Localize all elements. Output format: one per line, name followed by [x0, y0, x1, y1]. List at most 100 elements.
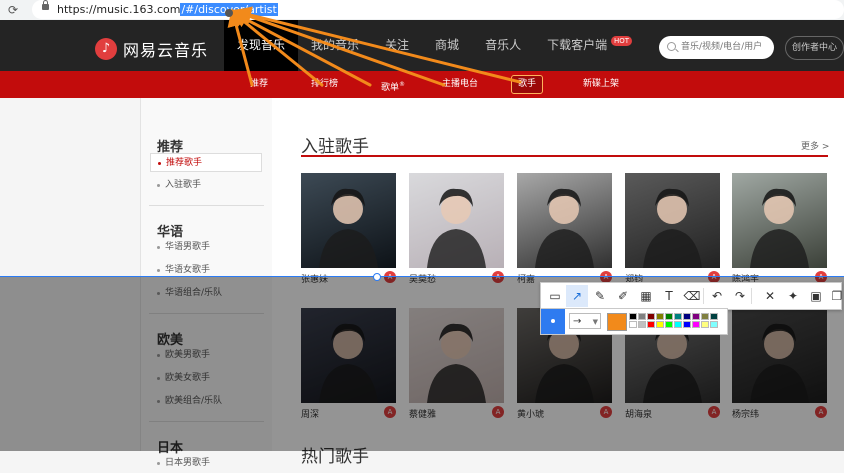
color-swatch[interactable]	[701, 313, 709, 320]
nav-item-label: 下载客户端	[547, 38, 608, 52]
sub-navigation-bar: 推荐 排行榜 歌单® 主播电台 歌手 新碟上架	[0, 71, 844, 98]
selection-handle[interactable]	[373, 273, 381, 281]
nav-item-0[interactable]: 发现音乐	[224, 20, 299, 71]
artist-card[interactable]: 郑钧 A	[625, 173, 720, 285]
artist-photo[interactable]	[517, 173, 612, 268]
subnav-item-label: 推荐	[250, 79, 269, 89]
color-swatch[interactable]	[692, 321, 700, 328]
artist-photo[interactable]	[301, 173, 396, 268]
color-swatch[interactable]	[656, 313, 664, 320]
more-link[interactable]: 更多 >	[801, 139, 829, 152]
nav-item-4[interactable]: 音乐人	[472, 20, 534, 71]
mosaic-icon[interactable]: ▦	[635, 285, 657, 307]
artist-photo[interactable]	[625, 173, 720, 268]
color-swatch[interactable]	[683, 321, 691, 328]
color-swatch[interactable]	[683, 313, 691, 320]
color-swatch[interactable]	[647, 313, 655, 320]
search-input[interactable]	[681, 40, 769, 54]
color-swatch[interactable]	[665, 313, 673, 320]
pen-size-button[interactable]	[541, 309, 565, 334]
pencil-icon[interactable]: ✎	[589, 285, 611, 307]
artist-silhouette	[427, 188, 486, 268]
color-swatch[interactable]	[629, 313, 637, 320]
subnav-item-label: 歌手	[518, 79, 537, 89]
color-swatch[interactable]	[647, 321, 655, 328]
color-swatch[interactable]	[638, 313, 646, 320]
nav-item-2[interactable]: 关注	[372, 20, 422, 71]
artist-photo[interactable]	[409, 173, 504, 268]
arrow-style-value: →	[573, 316, 582, 327]
main-nav: 发现音乐 我的音乐 关注 商城 音乐人 下载客户端 HOT	[224, 20, 633, 71]
color-swatch[interactable]	[674, 313, 682, 320]
line-tool-icon[interactable]: ↗	[566, 285, 588, 307]
undo-icon[interactable]: ↶	[706, 285, 728, 307]
artist-card[interactable]: 柯嘉 A	[517, 173, 612, 285]
close-icon[interactable]: ✕	[759, 285, 781, 307]
arrow-style-select[interactable]: → ▼	[569, 313, 601, 329]
subnav-item-3[interactable]: 主播电台	[436, 76, 484, 93]
search-icon	[667, 42, 676, 51]
text-tool-icon[interactable]: T	[658, 285, 680, 307]
nav-item-label: 发现音乐	[237, 38, 286, 52]
artist-photo[interactable]	[732, 173, 827, 268]
artist-silhouette	[319, 188, 378, 268]
creator-center-button[interactable]: 创作者中心	[785, 36, 844, 60]
color-swatch[interactable]	[665, 321, 673, 328]
color-swatch[interactable]	[710, 321, 718, 328]
search-box[interactable]	[659, 36, 774, 59]
color-swatch[interactable]	[674, 321, 682, 328]
artist-card[interactable]: 陈鸿宇 A	[732, 173, 827, 285]
section-title: 入驻歌手	[301, 137, 369, 157]
nav-item-3[interactable]: 商城	[422, 20, 472, 71]
eraser-icon[interactable]: ⌫	[681, 285, 703, 307]
color-swatch[interactable]	[710, 313, 718, 320]
color-swatch[interactable]	[638, 321, 646, 328]
subnav-item-5[interactable]: 新碟上架	[577, 76, 625, 93]
hot-badge: HOT	[611, 36, 633, 46]
sidebar-link[interactable]: 日本男歌手	[150, 454, 262, 473]
subnav-item-label: 主播电台	[442, 79, 479, 89]
subnav-item-4[interactable]: 歌手	[511, 75, 544, 94]
artist-card[interactable]: 张惠妹 A	[301, 173, 396, 285]
subnav-item-1[interactable]: 排行榜	[305, 76, 344, 93]
subnav-item-label: 新碟上架	[583, 79, 620, 89]
annotation-style-panel: → ▼	[540, 308, 728, 335]
subnav-item-0[interactable]: 推荐	[244, 76, 274, 93]
color-swatch[interactable]	[701, 321, 709, 328]
nav-item-label: 我的音乐	[311, 38, 360, 52]
color-swatch[interactable]	[629, 321, 637, 328]
subnav-item-label: 歌单	[381, 83, 400, 93]
color-swatch[interactable]	[656, 321, 664, 328]
artist-card[interactable]: 吴莫愁 A	[409, 173, 504, 285]
nav-item-label: 音乐人	[485, 38, 522, 52]
section-divider	[301, 155, 828, 157]
site-logo[interactable]: ♪ 网易云音乐	[95, 37, 208, 61]
reload-icon[interactable]: ⟳	[8, 3, 18, 17]
sidebar-link[interactable]: 华语男歌手	[150, 238, 262, 257]
url-text[interactable]: https://music.163.com/#/discover/artist	[57, 3, 278, 16]
nav-item-label: 关注	[385, 38, 410, 52]
nav-item-5[interactable]: 下载客户端 HOT	[534, 20, 633, 71]
subnav-item-2[interactable]: 歌单®	[375, 76, 411, 93]
subnav-item-label: 排行榜	[311, 79, 339, 89]
nav-item-1[interactable]: 我的音乐	[298, 20, 372, 71]
save-icon[interactable]: ▣	[805, 285, 827, 307]
url-host: https://music.163.com	[57, 3, 181, 16]
rect-select-icon[interactable]: ▭	[544, 285, 566, 307]
toolbar-separator	[751, 288, 752, 304]
lock-icon	[42, 0, 49, 10]
pin-icon[interactable]: ✦	[782, 285, 804, 307]
browser-address-bar: ⟳ https://music.163.com/#/discover/artis…	[0, 0, 844, 21]
sidebar-link[interactable]: 推荐歌手	[150, 153, 262, 172]
url-selected-path: /#/discover/artist	[180, 3, 278, 16]
color-swatch[interactable]	[692, 313, 700, 320]
toolbar-separator	[703, 288, 704, 304]
redo-icon[interactable]: ↷	[729, 285, 751, 307]
marker-icon[interactable]: ✐	[612, 285, 634, 307]
annotation-toolbar: ▭ ↗ ✎ ✐ ▦ T ⌫ ↶ ↷ ✕ ✦ ▣ ❐	[540, 282, 842, 310]
artist-silhouette	[535, 188, 594, 268]
copy-icon[interactable]: ❐	[826, 285, 844, 307]
sidebar-link[interactable]: 入驻歌手	[150, 176, 262, 195]
chevron-down-icon: ▼	[592, 318, 598, 326]
current-color-swatch[interactable]	[607, 313, 627, 331]
